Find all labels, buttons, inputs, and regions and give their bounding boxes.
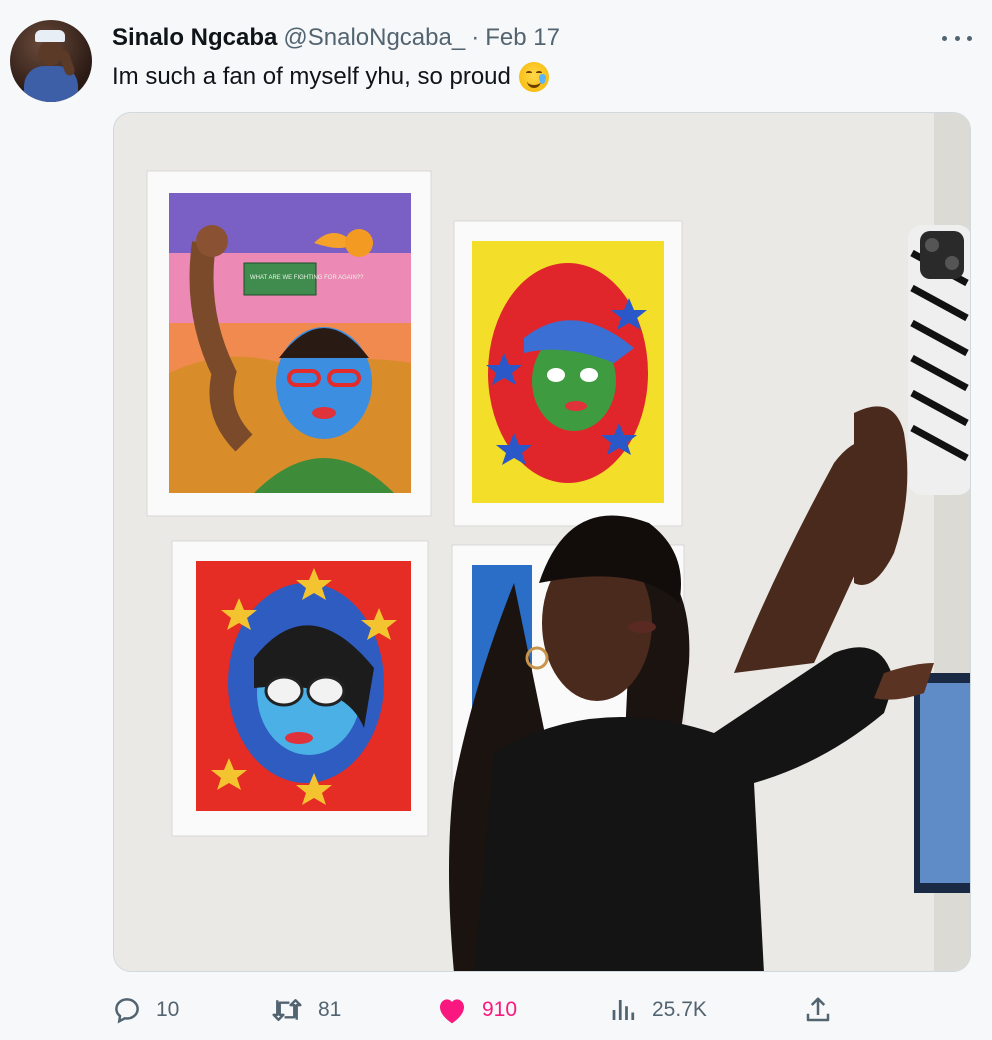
tweet-header: Sinalo Ngcaba @SnaloNgcaba_ · Feb 17 (112, 24, 560, 52)
view-count: 25.7K (652, 998, 707, 1021)
tweet-photo[interactable]: WHAT ARE WE FIGHTING FOR AGAIN?? (113, 112, 971, 972)
retweet-button[interactable]: 81 (270, 990, 341, 1030)
separator: · (471, 24, 480, 51)
face-holding-back-tears-icon (518, 62, 549, 92)
views-button[interactable]: 25.7K (610, 990, 707, 1030)
painting-green-face (453, 220, 683, 527)
avatar[interactable] (10, 20, 92, 102)
phone (908, 225, 970, 495)
tweet-text-row: Im such a fan of myself yhu, so proud (112, 62, 549, 92)
retweet-icon (272, 999, 302, 1021)
reply-icon (115, 998, 139, 1024)
more-icon[interactable] (942, 26, 972, 50)
tweet-text: Im such a fan of myself yhu, so proud (112, 63, 511, 90)
like-button[interactable]: 910 (436, 990, 517, 1030)
tweet-date[interactable]: Feb 17 (485, 24, 560, 52)
painting-fist: WHAT ARE WE FIGHTING FOR AGAIN?? (146, 170, 432, 517)
reply-button[interactable]: 10 (112, 990, 179, 1030)
heart-icon (440, 999, 464, 1024)
author-name[interactable]: Sinalo Ngcaba (112, 24, 277, 52)
tweet-actions: 10 81 910 25.7K (0, 990, 992, 1030)
reply-count: 10 (156, 998, 180, 1021)
retweet-count: 81 (318, 998, 342, 1021)
views-icon (612, 1000, 635, 1020)
author-handle[interactable]: @SnaloNgcaba_ (283, 24, 465, 52)
painting-sign: WHAT ARE WE FIGHTING FOR AGAIN?? (250, 275, 364, 281)
like-count: 910 (482, 998, 518, 1021)
share-button[interactable] (804, 990, 846, 1030)
photo-illustration: WHAT ARE WE FIGHTING FOR AGAIN?? (114, 113, 970, 971)
tweet[interactable]: Sinalo Ngcaba @SnaloNgcaba_ · Feb 17 Im … (0, 0, 992, 1040)
share-icon (806, 997, 830, 1022)
tv-screen (914, 673, 970, 893)
painting-sunglasses (171, 540, 429, 837)
